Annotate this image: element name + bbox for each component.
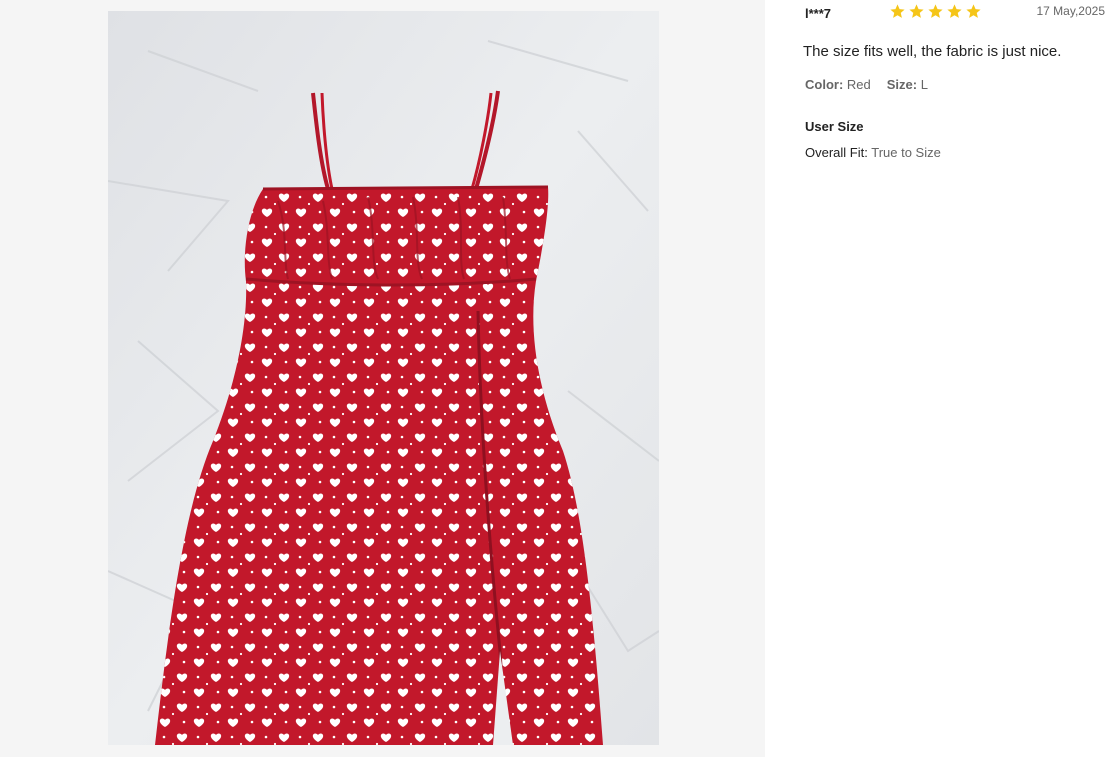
review-text: The size fits well, the fabric is just n… (803, 43, 1062, 60)
review-date: 17 May,2025 (1036, 4, 1106, 18)
star-icon (890, 4, 905, 18)
attribute-label: Color: (805, 77, 844, 92)
review-panel: l***7 17 May,2025 The size fits well, th… (765, 0, 1113, 757)
review-header: l***7 17 May,2025 (805, 3, 1105, 23)
overall-fit: Overall Fit: True to Size (805, 145, 941, 160)
fit-value: True to Size (871, 145, 941, 160)
attribute-size: Size: L (887, 77, 928, 92)
attribute-value: L (920, 77, 928, 92)
review-photo-gallery (0, 0, 765, 757)
attribute-label: Size: (886, 77, 918, 92)
star-icon (947, 4, 962, 18)
attribute-value: Red (846, 77, 871, 92)
reviewer-name: l***7 (805, 6, 832, 21)
review-photo[interactable] (108, 11, 659, 745)
dress-photo-illustration (108, 11, 659, 745)
star-icon (928, 4, 943, 18)
attribute-color: Color: Red (805, 77, 871, 92)
user-size-title: User Size (805, 119, 864, 134)
star-icon (966, 4, 981, 18)
fit-label: Overall Fit: (805, 145, 868, 160)
star-rating (889, 3, 982, 20)
star-icon (909, 4, 924, 18)
review-viewer: l***7 17 May,2025 The size fits well, th… (0, 0, 1113, 757)
purchase-attributes: Color: Red Size: L (805, 77, 928, 92)
